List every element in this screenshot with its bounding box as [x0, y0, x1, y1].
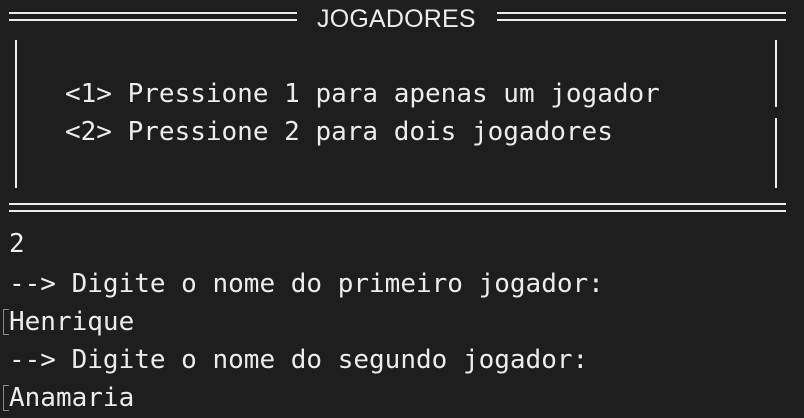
- box-right-border-lower: [775, 118, 777, 188]
- first-player-name-line: Henrique: [3, 303, 134, 341]
- prompt-first-player: --> Digite o nome do primeiro jogador:: [9, 269, 604, 299]
- menu-title: JOGADORES: [317, 5, 476, 33]
- footer-rule: [9, 199, 786, 217]
- box-left-border: [15, 40, 17, 188]
- choice-input-echo: 2: [9, 229, 25, 259]
- prompt-second-player: --> Digite o nome do segundo jogador:: [9, 345, 589, 375]
- menu-option-two-players: <2> Pressione 2 para dois jogadores: [65, 117, 613, 147]
- header-rule-left: [9, 8, 297, 26]
- header-rule-right: [497, 8, 786, 26]
- terminal-window[interactable]: JOGADORES <1> Pressione 1 para apenas um…: [0, 0, 804, 418]
- second-player-name-line: Anamaria: [3, 379, 134, 417]
- first-player-name: Henrique: [9, 307, 135, 337]
- second-player-name: Anamaria: [9, 383, 135, 413]
- box-right-border-upper: [775, 40, 777, 107]
- menu-option-one-player: <1> Pressione 1 para apenas um jogador: [65, 79, 660, 109]
